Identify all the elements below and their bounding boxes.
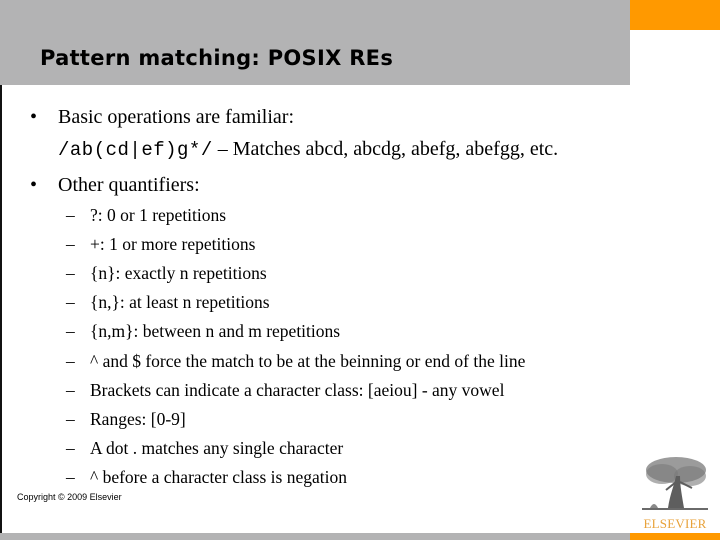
sub-bullet-marker: – [66, 321, 75, 342]
slide-title: Pattern matching: POSIX REs [40, 46, 394, 70]
quantifier-item-text: {n,}: at least n repetitions [90, 292, 270, 313]
quantifier-item-text: A dot . matches any single character [90, 437, 344, 458]
elsevier-logo-text: ELSEVIER [643, 516, 707, 531]
sub-bullet-marker: – [66, 292, 75, 313]
bullet-marker: • [30, 106, 38, 128]
title-bar [0, 0, 630, 85]
regex-code: /ab(cd|ef)g*/ [58, 139, 213, 161]
sub-bullet-marker: – [66, 379, 75, 400]
quantifier-item-text: Brackets can indicate a character class:… [90, 379, 505, 400]
elsevier-tree-icon [642, 457, 708, 510]
sub-bullet-marker: – [66, 350, 75, 371]
sub-bullet-marker: – [66, 408, 75, 429]
regex-example-line: /ab(cd|ef)g*/ – Matches abcd, abcdg, abe… [58, 138, 558, 161]
bullet-text: Basic operations are familiar: [58, 106, 295, 128]
sub-bullet-marker: – [66, 205, 75, 225]
quantifier-item-text: +: 1 or more repetitions [90, 234, 256, 255]
sub-bullet-marker: – [66, 234, 75, 255]
copyright-text: Copyright © 2009 Elsevier [17, 492, 122, 502]
sub-bullet-marker: – [66, 263, 75, 284]
bullet-text: Other quantifiers: [58, 174, 200, 196]
regex-separator: – [212, 138, 233, 160]
regex-description: Matches abcd, abcdg, abefg, abefgg, etc. [232, 138, 559, 160]
accent-bar-top [630, 0, 720, 30]
quantifier-item-text: ?: 0 or 1 repetitions [90, 205, 227, 225]
footer-bar-orange [630, 533, 720, 540]
quantifier-item-text: {n}: exactly n repetitions [90, 263, 267, 284]
bullet-marker: • [30, 174, 38, 196]
sub-bullet-marker: – [66, 466, 75, 487]
elsevier-logo: ELSEVIER [640, 454, 712, 532]
quantifier-item-text: {n,m}: between n and m repetitions [90, 321, 341, 342]
sub-bullet-marker: – [66, 437, 75, 458]
quantifier-item-text: ^ before a character class is negation [90, 466, 347, 487]
quantifier-item-text: ^ and $ force the match to be at the bei… [90, 350, 526, 371]
footer-bar-gray [0, 533, 630, 540]
quantifier-item-text: Ranges: [0-9] [90, 408, 186, 429]
